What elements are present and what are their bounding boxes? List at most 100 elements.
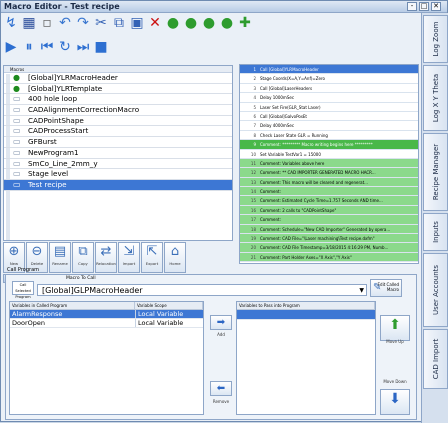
row-number: 1 — [253, 67, 256, 72]
command-row[interactable]: 10 Set Variable TestVar1 = 15000 — [240, 150, 418, 159]
call-selected-program-button[interactable]: Call Selected Program — [12, 281, 34, 299]
tree-item[interactable]: ▭ NewProgram1 — [4, 148, 232, 159]
minimize-button[interactable]: - — [407, 2, 417, 11]
tree-item-label: SmCo_Line_2mm_y — [28, 158, 98, 168]
tree-item-selected[interactable]: ▭ Test recipe — [4, 179, 232, 191]
document-icon: ▭ — [13, 158, 21, 168]
row-number: 9 — [253, 142, 256, 148]
add-curve-icon[interactable]: ↯ — [3, 15, 19, 31]
circle-4-icon[interactable]: ● — [219, 15, 235, 31]
command-row[interactable]: 15 Comment: Estimated Cycle Time=1.757 Se… — [240, 196, 418, 206]
tree-item-label: NewProgram1 — [28, 147, 79, 157]
export-icon: ⇱ — [146, 244, 158, 259]
copy-icon[interactable]: ⧉ — [111, 15, 127, 31]
step-back-icon[interactable]: ⏮ — [39, 39, 55, 55]
tree-item[interactable]: ▭ CADProcessStart — [4, 126, 232, 138]
tab-label: Log Zoom — [431, 21, 440, 57]
command-row[interactable]: 5 Laser Set Fire(GLR_Stat Laser) — [240, 103, 418, 112]
row-number: 5 — [253, 104, 256, 110]
cut-icon[interactable]: ✂ — [93, 15, 109, 31]
command-row[interactable]: 18 Comment: Schedule="New CAD Importer" G… — [240, 224, 418, 235]
row-number: 7 — [253, 123, 256, 129]
command-text: Laser Set Fire(GLR_Stat Laser) — [260, 104, 321, 110]
circle-2-icon[interactable]: ● — [183, 15, 199, 31]
call-program-label: Call Program — [7, 267, 40, 273]
chevron-down-icon[interactable]: ▼ — [359, 285, 364, 296]
tab-label: Inputs — [431, 221, 440, 243]
command-row[interactable]: 11 Comment: Variables above here — [240, 158, 418, 169]
command-row[interactable]: 16 Comment: 2 calls to "CADPointShape" — [240, 205, 418, 216]
add-label: Add — [217, 332, 225, 337]
step-forward-icon[interactable]: ⏭ — [75, 39, 91, 55]
arrow-right-icon: ➡ — [216, 317, 226, 328]
command-row[interactable]: 6 Call [Global]GalvoPosEt — [240, 112, 418, 122]
undo-icon[interactable]: ↶ — [57, 15, 73, 31]
tab-recipe-manager[interactable]: Recipe Manager — [423, 133, 448, 211]
play-icon[interactable]: ▶ — [3, 39, 19, 55]
tree-item[interactable]: ● [Global]YLRMacroHeader — [4, 73, 232, 84]
command-row[interactable]: 13 Comment: This macro will be cleared an… — [240, 177, 418, 188]
reset-icon[interactable]: ↻ — [57, 39, 73, 55]
table-row[interactable] — [237, 310, 375, 320]
command-text: Comment: — [260, 189, 281, 195]
command-text: Delay 4000mSec — [260, 123, 295, 129]
call-program-box: Call Selected Program Macro To Call [Glo… — [5, 274, 417, 420]
table-row[interactable]: DoorOpen Local Variable — [10, 319, 203, 328]
tab-log-x-y-theta[interactable]: Log X Y Theta — [423, 65, 448, 131]
tree-item[interactable]: ▭ GFBurst — [4, 137, 232, 148]
command-row[interactable]: 7 Delay 4000mSec — [240, 121, 418, 131]
command-row[interactable]: 12 Comment: ** CAD IMPORTER GENERATED MAC… — [240, 168, 418, 178]
add-icon[interactable]: ✚ — [237, 15, 253, 31]
paste-icon[interactable]: ▣ — [129, 15, 145, 31]
macro-to-call-combo[interactable]: [Global]GLPMacroHeader ▼ — [37, 284, 367, 296]
circle-3-icon[interactable]: ● — [201, 15, 217, 31]
move-up-button[interactable]: ⬆ — [380, 315, 410, 341]
delete-icon[interactable]: ✕ — [147, 15, 163, 31]
command-row[interactable]: 2 Stage Coords(X=A,Y=Anf)=Zero — [240, 74, 418, 84]
tree-item[interactable]: ▭ SmCo_Line_2mm_y — [4, 159, 232, 170]
row-number: 4 — [253, 95, 256, 101]
variable-scope: Local Variable — [135, 310, 203, 318]
stop-icon[interactable]: ■ — [93, 39, 109, 55]
command-text: Comment: Variables above here — [260, 160, 325, 166]
command-row[interactable]: 1 Call [Global]YLRMacroHeader — [240, 65, 418, 75]
command-row[interactable]: 20 Comment: CAD File Timestamp=3/18/2015 … — [240, 243, 418, 253]
redo-icon[interactable]: ↷ — [75, 15, 91, 31]
tree-item[interactable]: ▭ Stage level — [4, 169, 232, 180]
tree-item[interactable]: ● [Global]YLRTemplate — [4, 84, 232, 95]
remove-variable-button[interactable]: ⬅ — [210, 381, 232, 396]
row-number: 10 — [250, 151, 256, 157]
document-icon: ▭ — [13, 169, 21, 179]
close-button[interactable]: ✕ — [431, 2, 441, 11]
tree-item[interactable]: ▭ CADPointShape — [4, 116, 232, 127]
command-row[interactable]: 3 Call [Global]LaserHeaders — [240, 84, 418, 94]
command-row[interactable]: 19 Comment: CAD File="\Laser machining\Te… — [240, 234, 418, 244]
row-number: 2 — [253, 76, 256, 82]
tree-item[interactable]: ▭ 400 hole loop — [4, 94, 232, 106]
circle-1-icon[interactable]: ● — [165, 15, 181, 31]
save-icon[interactable]: ▦ — [21, 15, 37, 31]
command-row[interactable]: 8 Check Laser State GLR = Running — [240, 131, 418, 141]
tab-inputs[interactable]: Inputs — [423, 213, 448, 251]
tab-cad-import[interactable]: CAD Import — [423, 329, 448, 389]
tab-user-accounts[interactable]: User Accounts — [423, 253, 448, 327]
document-icon: ▭ — [13, 94, 21, 104]
maximize-button[interactable]: □ — [419, 2, 429, 11]
command-text: Check Laser State GLR = Running — [260, 132, 328, 138]
command-row[interactable]: 9 Comment: ********* Macro writing begins… — [240, 140, 418, 150]
command-row[interactable]: 17 Comment: — [240, 215, 418, 225]
macro-editor-window: Macro Editor - Test recipe - □ ✕ ↯ ▦ ▫ ↶… — [0, 0, 448, 423]
command-text: Comment: 2 calls to "CADPointShape" — [260, 207, 337, 213]
row-number: 14 — [250, 189, 256, 195]
pause-icon[interactable]: ⏸ — [21, 39, 37, 55]
edit-called-macro-button[interactable]: ✎ Edit Called Macro — [370, 279, 402, 297]
command-row[interactable]: 14 Comment: — [240, 187, 418, 197]
command-row[interactable]: 4 Delay 1000mSec — [240, 93, 418, 103]
command-row[interactable]: 21 Comment: Part Holder Axes="X Axis","Y … — [240, 252, 418, 263]
move-down-button[interactable]: ⬇ — [380, 389, 410, 415]
tree-item-label: [Global]YLRMacroHeader — [28, 73, 118, 82]
add-variable-button[interactable]: ➡ — [210, 315, 232, 330]
table-row[interactable]: AlarmResponse Local Variable — [10, 310, 203, 319]
tab-log-zoom[interactable]: Log Zoom — [423, 15, 448, 63]
tree-item[interactable]: ▭ CADAlignmentCorrectionMacro — [4, 105, 232, 116]
